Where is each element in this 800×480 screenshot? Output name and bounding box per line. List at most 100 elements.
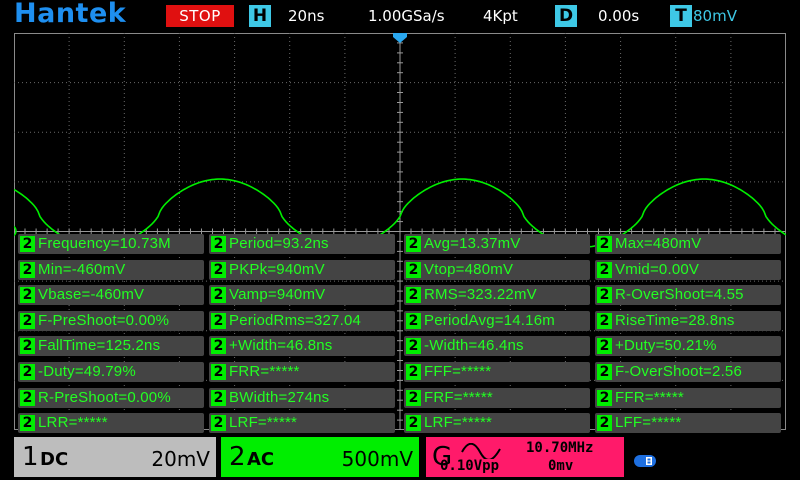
measurement-value: PeriodRms=327.04 — [229, 311, 362, 329]
measurement-item[interactable]: 2 Frequency=10.73M — [18, 234, 204, 254]
measurement-item[interactable]: 2 Avg=13.37mV — [404, 234, 590, 254]
channel-badge: 2 — [20, 312, 35, 329]
usb-icon — [634, 455, 656, 467]
channel-1-scale: 20mV — [151, 447, 210, 471]
generator-frequency: 10.70MHz — [526, 440, 594, 456]
measurement-item[interactable]: 2 FRF=***** — [404, 387, 590, 408]
measurement-row: 2 -Duty=49.79% 2 FRR=***** 2 FFF=***** 2 F-Over… — [18, 362, 781, 382]
run-stop-indicator[interactable]: STOP — [166, 5, 234, 27]
measurement-value: R-PreShoot=0.00% — [38, 388, 171, 406]
sample-rate: 1.00GSa/s — [368, 7, 445, 25]
measurement-item[interactable]: 2 R-PreShoot=0.00% — [18, 387, 204, 408]
measurement-item[interactable]: 2 RMS=323.22mV — [404, 285, 590, 306]
measurement-value: LRF=***** — [424, 414, 493, 432]
measurement-item[interactable]: 2 Period=93.2ns — [209, 234, 395, 254]
measurement-item[interactable]: 2 LRF=***** — [404, 413, 590, 434]
measurement-item[interactable]: 2 PKPk=940mV — [209, 259, 395, 280]
channel-badge: 2 — [406, 364, 421, 380]
measurement-item[interactable]: 2 LRR=***** — [18, 413, 204, 434]
measurement-value: +Width=46.8ns — [229, 337, 333, 355]
channel-badge: 2 — [211, 312, 226, 329]
measurement-item[interactable]: 2 LFF=***** — [595, 413, 781, 434]
measurement-value: Vamp=940mV — [229, 286, 326, 304]
measurement-item[interactable]: 2 +Width=46.8ns — [209, 336, 395, 357]
measurement-item[interactable]: 2 Vtop=480mV — [404, 259, 590, 280]
measurement-value: LFF=***** — [615, 414, 682, 432]
channel-badge: 2 — [211, 236, 226, 252]
top-status-bar: Hantek STOP H 20ns 1.00GSa/s 4Kpt D 0.00… — [0, 0, 800, 33]
channel-badge: 2 — [406, 389, 421, 406]
channel-badge: 2 — [597, 338, 612, 355]
measurement-value: FFR=***** — [615, 388, 684, 406]
channel-badge: 2 — [20, 364, 35, 380]
measurement-value: PeriodAvg=14.16m — [424, 311, 555, 329]
channel-badge: 2 — [597, 389, 612, 406]
measurement-value: FallTime=125.2ns — [38, 337, 161, 355]
measurement-value: RiseTime=28.8ns — [615, 311, 735, 329]
bottom-bar: 1 DC 20mV 2 AC 500mV G 10.70MHz 0.10Vpp … — [0, 433, 800, 480]
trigger-level[interactable]: 80mV — [693, 5, 737, 27]
channel-badge: 2 — [406, 312, 421, 329]
channel-2-scale: 500mV — [341, 447, 413, 471]
measurement-item[interactable]: 2 BWidth=274ns — [209, 387, 395, 408]
measurement-value: -Duty=49.79% — [38, 363, 136, 380]
measurement-value: F-PreShoot=0.00% — [38, 311, 170, 329]
measurement-item[interactable]: 2 F-OverShoot=2.56 — [595, 362, 781, 382]
measurement-item[interactable]: 2 -Duty=49.79% — [18, 362, 204, 382]
measurement-item[interactable]: 2 Vmid=0.00V — [595, 259, 781, 280]
channel-badge: 2 — [597, 312, 612, 329]
measurement-row: 2 FallTime=125.2ns 2 +Width=46.8ns 2 -Width=4… — [18, 336, 781, 357]
measurement-value: Vmid=0.00V — [615, 260, 700, 278]
measurement-item[interactable]: 2 Vbase=-460mV — [18, 285, 204, 306]
measurement-item[interactable]: 2 Max=480mV — [595, 234, 781, 254]
measurement-item[interactable]: 2 -Width=46.4ns — [404, 336, 590, 357]
measurement-value: Frequency=10.73M — [38, 235, 171, 252]
measurement-row: 2 Vbase=-460mV 2 Vamp=940mV 2 RMS=323.22mV 2 R-… — [18, 285, 781, 306]
measurement-item[interactable]: 2 PeriodRms=327.04 — [209, 310, 395, 331]
channel-badge: 2 — [20, 415, 35, 432]
generator-info[interactable]: G 10.70MHz 0.10Vpp 0mv — [426, 437, 624, 477]
measurement-value: -Width=46.4ns — [424, 337, 524, 355]
measurement-item[interactable]: 2 FallTime=125.2ns — [18, 336, 204, 357]
measurement-item[interactable]: 2 Min=-460mV — [18, 259, 204, 280]
measurement-value: LRF=***** — [229, 414, 298, 432]
measurement-item[interactable]: 2 FRR=***** — [209, 362, 395, 382]
channel-badge: 2 — [406, 415, 421, 432]
measurement-value: Vtop=480mV — [424, 260, 514, 278]
measurement-row: 2 F-PreShoot=0.00% 2 PeriodRms=327.04 2 Perio… — [18, 310, 781, 331]
measurement-item[interactable]: 2 R-OverShoot=4.55 — [595, 285, 781, 306]
channel-badge: 2 — [406, 236, 421, 252]
measurement-value: Avg=13.37mV — [424, 235, 521, 252]
channel-badge: 2 — [597, 261, 612, 278]
measurement-item[interactable]: 2 +Duty=50.21% — [595, 336, 781, 357]
measurement-value: BWidth=274ns — [229, 388, 330, 406]
measurement-item[interactable]: 2 FFR=***** — [595, 387, 781, 408]
channel-2-number: 2 — [229, 442, 246, 472]
measurement-row: 2 LRR=***** 2 LRF=***** 2 LRF=***** 2 LFF=***** — [18, 413, 781, 434]
measurement-row: 2 Frequency=10.73M 2 Period=93.2ns 2 Avg=13.3… — [18, 234, 781, 254]
channel-badge: 2 — [20, 261, 35, 278]
channel-2-info[interactable]: 2 AC 500mV — [221, 437, 419, 477]
measurement-item[interactable]: 2 LRF=***** — [209, 413, 395, 434]
sine-wave-icon — [461, 443, 501, 459]
measurement-value: Vbase=-460mV — [38, 286, 145, 304]
channel-badge: 2 — [211, 338, 226, 355]
generator-offset: 0mv — [548, 458, 574, 474]
timebase-value[interactable]: 20ns — [288, 5, 324, 27]
channel-badge: 2 — [597, 236, 612, 252]
measurement-item[interactable]: 2 Vamp=940mV — [209, 285, 395, 306]
channel-badge: 2 — [20, 389, 35, 406]
measurement-value: Period=93.2ns — [229, 235, 329, 252]
channel-1-info[interactable]: 1 DC 20mV — [14, 437, 216, 477]
memory-depth: 4Kpt — [483, 7, 518, 25]
channel-1-coupling: DC — [40, 449, 69, 470]
measurement-item[interactable]: 2 PeriodAvg=14.16m — [404, 310, 590, 331]
measurement-item[interactable]: 2 RiseTime=28.8ns — [595, 310, 781, 331]
delay-value[interactable]: 0.00s — [598, 5, 639, 27]
channel-badge: 2 — [211, 287, 226, 304]
measurement-value: FRF=***** — [424, 388, 493, 406]
channel-badge: 2 — [597, 415, 612, 432]
measurement-item[interactable]: 2 F-PreShoot=0.00% — [18, 310, 204, 331]
measurement-item[interactable]: 2 FFF=***** — [404, 362, 590, 382]
channel-2-coupling: AC — [247, 449, 275, 470]
